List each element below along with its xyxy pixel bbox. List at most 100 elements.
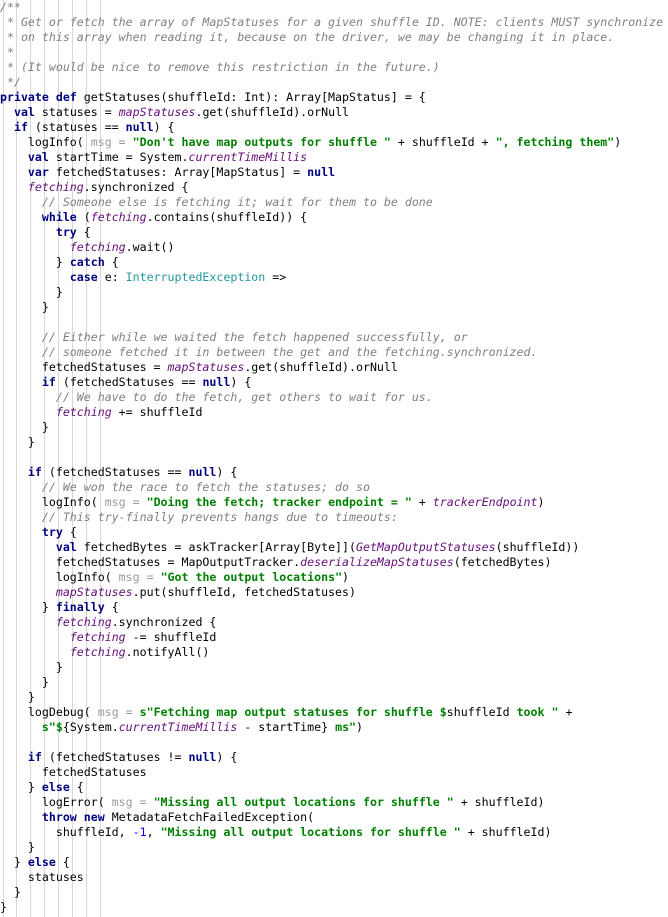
- code-line[interactable]: logInfo( msg = "Got the output locations…: [0, 570, 668, 585]
- code-line[interactable]: fetching.synchronized {: [0, 615, 668, 630]
- code-line[interactable]: }: [0, 285, 668, 300]
- code-line[interactable]: shuffleId, -1, "Missing all output locat…: [0, 825, 668, 840]
- code-token-str: "Missing all output locations for shuffl…: [153, 795, 454, 809]
- code-line[interactable]: // We have to do the fetch, get others t…: [0, 390, 668, 405]
- code-line[interactable]: }: [0, 675, 668, 690]
- code-line[interactable]: /**: [0, 0, 668, 15]
- code-token-kw: null: [307, 165, 336, 179]
- code-token-typ: InterruptedException: [125, 270, 266, 284]
- code-line[interactable]: fetchedStatuses = MapOutputTracker.deser…: [0, 555, 668, 570]
- code-line[interactable]: *: [0, 45, 668, 60]
- code-line[interactable]: val startTime = System.currentTimeMillis: [0, 150, 668, 165]
- code-line[interactable]: } else {: [0, 855, 668, 870]
- code-line[interactable]: fetching.synchronized {: [0, 180, 668, 195]
- code-line[interactable]: // someone fetched it in between the get…: [0, 345, 668, 360]
- code-token-plain: ,: [146, 825, 161, 839]
- code-line[interactable]: if (fetchedStatuses == null) {: [0, 375, 668, 390]
- code-token-kw: if: [13, 120, 28, 134]
- code-line[interactable]: } catch {: [0, 255, 668, 270]
- code-token-plain: }: [0, 900, 7, 914]
- code-line[interactable]: * on this array when reading it, because…: [0, 30, 668, 45]
- code-token-plain: statuses: [0, 870, 84, 884]
- code-token-kw: if: [41, 375, 56, 389]
- code-line[interactable]: fetching.wait(): [0, 240, 668, 255]
- code-line[interactable]: while (fetching.contains(shuffleId)) {: [0, 210, 668, 225]
- code-line[interactable]: fetchedStatuses = mapStatuses.get(shuffl…: [0, 360, 668, 375]
- code-token-plain: fetchedStatuses: Array[MapStatus] =: [48, 165, 308, 179]
- code-line[interactable]: * Get or fetch the array of MapStatuses …: [0, 15, 668, 30]
- code-line[interactable]: private def getStatuses(shuffleId: Int):…: [0, 90, 668, 105]
- code-line[interactable]: }: [0, 840, 668, 855]
- code-line[interactable]: }: [0, 420, 668, 435]
- code-line[interactable]: }: [0, 885, 668, 900]
- code-token-fld: deserializeMapStatuses: [300, 555, 454, 569]
- code-token-plain: ): [342, 570, 350, 584]
- code-line[interactable]: statuses: [0, 870, 668, 885]
- code-token-kw: null: [125, 120, 154, 134]
- code-token-cmt: */: [0, 75, 21, 89]
- code-line[interactable]: }: [0, 660, 668, 675]
- code-line[interactable]: case e: InterruptedException =>: [0, 270, 668, 285]
- code-token-kw: val: [55, 540, 77, 554]
- code-token-fld: currentTimeMillis: [118, 720, 238, 734]
- code-line[interactable]: fetchedStatuses: [0, 765, 668, 780]
- code-token-fld: trackerEndpoint: [432, 495, 538, 509]
- code-token-kw: var: [27, 165, 49, 179]
- code-line[interactable]: if (statuses == null) {: [0, 120, 668, 135]
- code-line[interactable]: */: [0, 75, 668, 90]
- code-editor[interactable]: /** * Get or fetch the array of MapStatu…: [0, 0, 668, 917]
- code-line[interactable]: val statuses = mapStatuses.get(shuffleId…: [0, 105, 668, 120]
- code-token-plain: }: [0, 660, 63, 674]
- code-token-str: took ": [509, 705, 559, 719]
- code-line[interactable]: }: [0, 435, 668, 450]
- code-line[interactable]: [0, 735, 668, 750]
- code-line[interactable]: if (fetchedStatuses != null) {: [0, 750, 668, 765]
- code-line[interactable]: }: [0, 690, 668, 705]
- code-line[interactable]: if (fetchedStatuses == null) {: [0, 465, 668, 480]
- code-line[interactable]: fetching -= shuffleId: [0, 630, 668, 645]
- code-content[interactable]: /** * Get or fetch the array of MapStatu…: [0, 0, 668, 915]
- code-line[interactable]: mapStatuses.put(shuffleId, fetchedStatus…: [0, 585, 668, 600]
- code-line[interactable]: // This try-finally prevents hangs due t…: [0, 510, 668, 525]
- code-token-fld: fetching: [90, 210, 147, 224]
- code-token-plain: {: [104, 600, 119, 614]
- code-line[interactable]: fetching.notifyAll(): [0, 645, 668, 660]
- code-line[interactable]: * (It would be nice to remove this restr…: [0, 60, 668, 75]
- code-line[interactable]: throw new MetadataFetchFailedException(: [0, 810, 668, 825]
- code-token-plain: }: [0, 435, 35, 449]
- code-token-plain: (fetchedStatuses ==: [55, 375, 203, 389]
- code-line[interactable]: } finally {: [0, 600, 668, 615]
- code-line[interactable]: s"${System.currentTimeMillis - startTime…: [0, 720, 668, 735]
- code-line[interactable]: }: [0, 900, 668, 915]
- code-line[interactable]: }: [0, 300, 668, 315]
- code-line[interactable]: // We won the race to fetch the statuses…: [0, 480, 668, 495]
- code-token-str: $: [55, 720, 63, 734]
- code-line[interactable]: logDebug( msg = s"Fetching map output st…: [0, 705, 668, 720]
- code-line[interactable]: // Someone else is fetching it; wait for…: [0, 195, 668, 210]
- code-token-kw: if: [27, 750, 42, 764]
- code-line[interactable]: try {: [0, 525, 668, 540]
- code-line[interactable]: var fetchedStatuses: Array[MapStatus] = …: [0, 165, 668, 180]
- code-line[interactable]: [0, 450, 668, 465]
- code-token-fld: GetMapOutputStatuses: [356, 540, 496, 554]
- code-line[interactable]: logInfo( msg = "Doing the fetch; tracker…: [0, 495, 668, 510]
- code-line[interactable]: try {: [0, 225, 668, 240]
- code-token-plain: }: [0, 885, 21, 899]
- code-line[interactable]: val fetchedBytes = askTracker[Array[Byte…: [0, 540, 668, 555]
- code-token-hint: msg =: [111, 795, 147, 809]
- code-line[interactable]: } else {: [0, 780, 668, 795]
- code-token-kw: else: [41, 780, 70, 794]
- code-line[interactable]: // Either while we waited the fetch happ…: [0, 330, 668, 345]
- code-token-kw: val: [13, 105, 35, 119]
- code-line[interactable]: [0, 315, 668, 330]
- code-line[interactable]: logInfo( msg = "Don't have map outputs f…: [0, 135, 668, 150]
- code-line[interactable]: fetching += shuffleId: [0, 405, 668, 420]
- code-line[interactable]: logError( msg = "Missing all output loca…: [0, 795, 668, 810]
